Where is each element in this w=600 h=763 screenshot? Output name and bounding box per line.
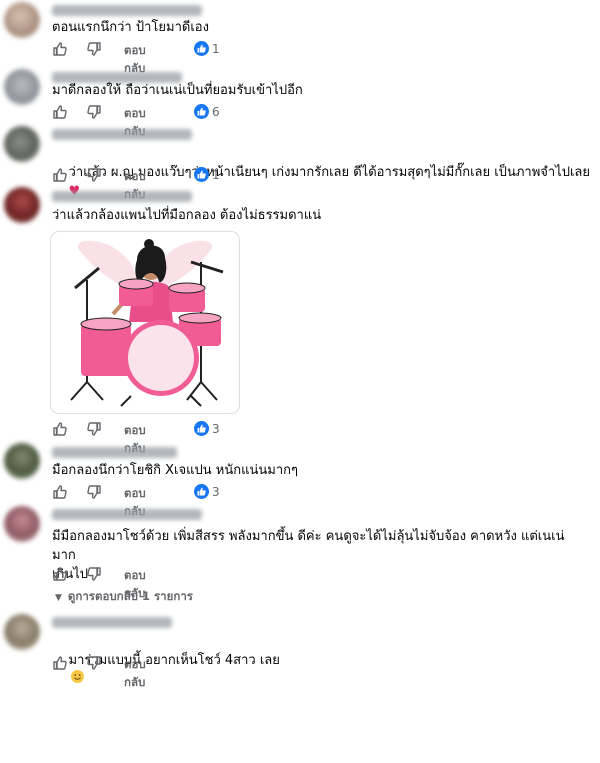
avatar[interactable] (4, 506, 40, 542)
commenter-name-blurred[interactable] (52, 447, 177, 458)
commenter-name-blurred[interactable] (52, 617, 172, 628)
like-icon[interactable] (52, 104, 68, 120)
avatar[interactable] (4, 443, 40, 479)
chevron-down-icon: ▼ (55, 593, 62, 603)
comment-text: ตอนแรกนึกว่า ป้าโยมาดีเอง (52, 20, 209, 35)
comment-text: มือกลองนึกว่าโยชิกิ Xเจแปน หนักแน่นมากๆ (52, 463, 298, 478)
reply-button[interactable]: ตอบกลับ (124, 656, 146, 692)
commenter-name-blurred[interactable] (52, 191, 192, 202)
comment-text: มาดีกลองให้ ถือว่าเนเน่เป็นที่ยอมรับเข้า… (52, 83, 303, 98)
like-icon[interactable] (52, 484, 68, 500)
like-icon[interactable] (52, 167, 68, 183)
reaction-count: 1 (212, 168, 220, 182)
see-replies-link[interactable]: ▼ ดูการตอบกลับ 1 รายการ (55, 588, 193, 606)
comment-text-body: ว่าแล้ว ผ.ญ มองแว๊บๆว่าหน้าเนียนๆ เก่งมา… (68, 165, 590, 180)
like-icon[interactable] (52, 421, 68, 437)
reaction-count: 3 (212, 485, 220, 499)
dislike-icon[interactable] (86, 484, 102, 500)
dislike-icon[interactable] (86, 566, 102, 582)
commenter-name-blurred[interactable] (52, 5, 202, 16)
avatar[interactable] (4, 2, 40, 38)
dislike-icon[interactable] (86, 655, 102, 671)
like-icon[interactable] (52, 41, 68, 57)
like-icon[interactable] (52, 566, 68, 582)
like-reaction-icon (194, 421, 209, 436)
like-reaction-icon (194, 167, 209, 182)
avatar[interactable] (4, 187, 40, 223)
avatar[interactable] (4, 614, 40, 650)
see-replies-label: ดูการตอบกลับ 1 รายการ (67, 589, 193, 603)
reaction-count: 1 (212, 42, 220, 56)
dislike-icon[interactable] (86, 167, 102, 183)
like-reaction-icon (194, 41, 209, 56)
reaction-count: 6 (212, 105, 220, 119)
dislike-icon[interactable] (86, 104, 102, 120)
like-icon[interactable] (52, 655, 68, 671)
commenter-name-blurred[interactable] (52, 509, 202, 520)
reaction-count: 3 (212, 422, 220, 436)
dislike-icon[interactable] (86, 421, 102, 437)
comment-text: มาร่วมแบบนี้ อยากเห็นโชว์ 4สาว เลย (52, 632, 280, 763)
like-reaction-icon (194, 484, 209, 499)
avatar[interactable] (4, 69, 40, 105)
like-reaction-icon (194, 104, 209, 119)
dislike-icon[interactable] (86, 41, 102, 57)
avatar[interactable] (4, 126, 40, 162)
drummer-sticker-image (70, 239, 224, 407)
commenter-name-blurred[interactable] (52, 129, 192, 140)
comment-text: ว่าแล้วกล้องแพนไปที่มือกลอง ต้องไม่ธรรมด… (52, 208, 322, 223)
drummer-sticker[interactable] (50, 231, 240, 414)
smile-emoji-icon (70, 670, 84, 683)
